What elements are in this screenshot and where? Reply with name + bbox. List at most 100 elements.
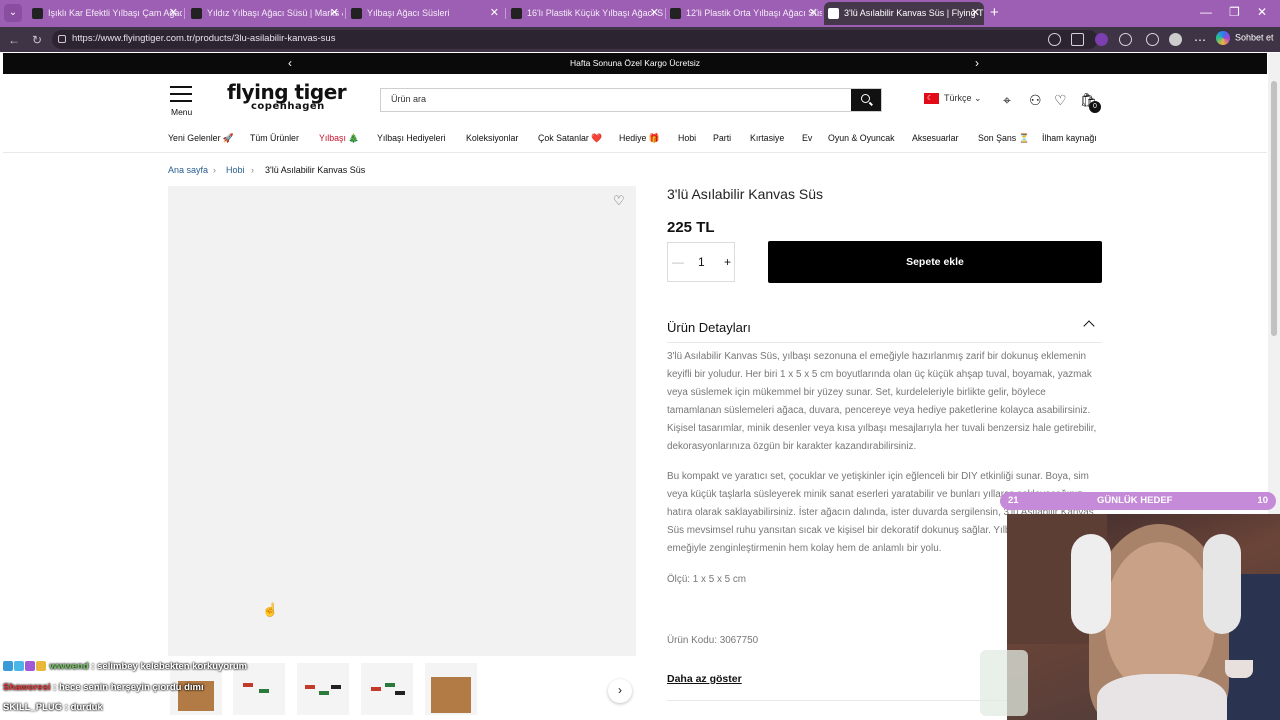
close-tab-icon[interactable]: ✕ xyxy=(490,2,499,25)
account-icon[interactable]: ⚇ xyxy=(1029,92,1042,109)
tab-title: Yıldız Yılbaşı Ağacı Süsü | Marks & xyxy=(207,8,343,18)
promo-text: Hafta Sonuna Özel Kargo Ücretsiz xyxy=(570,58,700,68)
profile-avatar[interactable] xyxy=(1169,33,1182,46)
quantity-increase-button[interactable]: + xyxy=(724,255,731,269)
copilot-label: Sohbet et xyxy=(1235,32,1274,43)
close-window-icon[interactable]: ✕ xyxy=(1257,5,1267,19)
add-to-cart-button[interactable]: Sepete ekle xyxy=(768,241,1102,283)
breadcrumb-home[interactable]: Ana sayfa xyxy=(168,165,208,175)
site-info-icon[interactable] xyxy=(58,35,66,43)
quantity-stepper: — 1 + xyxy=(667,242,735,282)
nav-item-toys[interactable]: Oyun & Oyuncak xyxy=(828,133,895,143)
menu-button[interactable] xyxy=(170,86,194,107)
nav-item-new[interactable]: Yeni Gelenler 🚀 xyxy=(168,133,234,144)
favicon-icon xyxy=(32,8,43,19)
browser-tab[interactable]: 16'lı Plastik Küçük Yılbaşı Ağacı Sü ✕ xyxy=(507,2,663,25)
store-locator-icon[interactable]: ⌖ xyxy=(1003,92,1011,109)
webcam-overlay xyxy=(1007,514,1280,720)
close-tab-icon[interactable]: ✕ xyxy=(809,2,818,25)
browser-tab-active[interactable]: 3'lü Asılabilir Kanvas Süs | Flying T ✕ xyxy=(824,2,984,25)
url-field[interactable]: https://www.flyingtiger.com.tr/products/… xyxy=(52,30,1098,49)
cup-image xyxy=(1225,660,1253,678)
search-box xyxy=(380,88,882,112)
nav-item-inspiration[interactable]: İlham kaynağı xyxy=(1042,133,1097,143)
browser-tab[interactable]: Yılbaşı Ağacı Süsleri ✕ xyxy=(347,2,503,25)
close-tab-icon[interactable]: ✕ xyxy=(971,2,980,25)
nav-item-stationery[interactable]: Kırtasiye xyxy=(750,133,784,143)
add-to-wishlist-icon[interactable]: ♡ xyxy=(613,193,625,209)
address-bar-row: ← ↻ https://www.flyingtiger.com.tr/produ… xyxy=(0,27,1280,52)
back-icon[interactable]: ← xyxy=(8,33,20,47)
favicon-icon xyxy=(191,8,202,19)
tab-title: 16'lı Plastik Küçük Yılbaşı Ağacı Sü xyxy=(527,8,663,18)
product-box-image xyxy=(431,677,471,713)
chat-text: : hece senin herşeyin çıordu dımı xyxy=(53,682,204,693)
collections-icon[interactable] xyxy=(1146,33,1159,46)
chat-text: : durduk xyxy=(64,702,103,713)
browser-tab[interactable]: Yıldız Yılbaşı Ağacı Süsü | Marks & ✕ xyxy=(187,2,343,25)
restore-icon[interactable]: ❐ xyxy=(1229,5,1240,19)
thumbnail[interactable] xyxy=(361,663,413,715)
nav-item-last-chance[interactable]: Son Şans ⏳ xyxy=(978,133,1030,144)
close-tab-icon[interactable]: ✕ xyxy=(650,2,659,25)
quantity-decrease-button[interactable]: — xyxy=(672,255,684,269)
breadcrumb-hobby[interactable]: Hobi xyxy=(226,165,245,175)
promo-next-icon[interactable]: › xyxy=(975,53,979,74)
turkey-flag-icon xyxy=(924,93,939,105)
language-selector[interactable]: Türkçe ⌄ xyxy=(924,93,982,105)
breadcrumb-separator-icon: › xyxy=(251,165,254,175)
new-tab-icon[interactable]: + xyxy=(990,4,999,21)
copilot-button[interactable]: Sohbet et xyxy=(1216,31,1274,45)
logo-text: flying tiger xyxy=(227,80,347,104)
section-divider xyxy=(667,342,1102,343)
site-logo[interactable]: flying tiger copenhagen xyxy=(227,80,347,112)
breadcrumb-separator-icon: › xyxy=(213,165,216,175)
tab-separator xyxy=(345,8,346,19)
more-options-icon[interactable]: ⋯ xyxy=(1194,33,1206,47)
search-input[interactable] xyxy=(391,94,841,104)
tab-actions-icon[interactable]: ⌄ xyxy=(4,4,22,22)
favorite-star-icon[interactable] xyxy=(1071,33,1084,46)
browser-tab[interactable]: 12'li Plastik Orta Yılbaşı Ağacı Süs ✕ xyxy=(666,2,822,25)
nav-item-christmas[interactable]: Yılbaşı 🎄 xyxy=(319,133,359,144)
nav-item-hobby[interactable]: Hobi xyxy=(678,133,696,143)
browser-tab[interactable]: Işıklı Kar Efektli Yılbaşı Çam Ağacı | ✕ xyxy=(28,2,182,25)
nav-item-bestsellers[interactable]: Çok Satanlar ❤️ xyxy=(538,133,602,144)
nav-item-all-products[interactable]: Tüm Ürünler xyxy=(250,133,299,143)
tab-separator xyxy=(505,8,506,19)
goal-current: 21 xyxy=(1008,495,1019,506)
nav-item-christmas-gifts[interactable]: Yılbaşı Hediyeleri xyxy=(377,133,445,143)
reader-icon[interactable] xyxy=(1048,33,1061,46)
refresh-icon[interactable]: ↻ xyxy=(32,33,42,47)
extensions-icon[interactable] xyxy=(1119,33,1132,46)
thumbnail-next-button[interactable]: › xyxy=(608,679,632,703)
details-section-title[interactable]: Ürün Detayları xyxy=(667,320,751,335)
quantity-value[interactable]: 1 xyxy=(698,255,705,269)
thumbnail[interactable] xyxy=(297,663,349,715)
mouse-cursor-icon: ☝ xyxy=(262,602,279,617)
nav-item-accessories[interactable]: Aksesuarlar xyxy=(912,133,958,143)
tab-title: Işıklı Kar Efektli Yılbaşı Çam Ağacı | xyxy=(48,8,182,18)
chat-message: wwwend : selimbey kelebekten korkuyorum xyxy=(3,661,247,672)
wishlist-icon[interactable]: ♡ xyxy=(1054,92,1067,109)
scroll-thumb[interactable] xyxy=(1271,81,1277,336)
nav-item-collections[interactable]: Koleksiyonlar xyxy=(466,133,518,143)
chat-text: : selimbey kelebekten korkuyorum xyxy=(91,661,248,672)
search-button[interactable] xyxy=(851,89,881,111)
close-tab-icon[interactable]: ✕ xyxy=(330,2,339,25)
chat-username: wwwend xyxy=(49,661,89,672)
show-less-link[interactable]: Daha az göster xyxy=(667,673,742,685)
nav-item-home[interactable]: Ev xyxy=(802,133,812,143)
nav-item-party[interactable]: Parti xyxy=(713,133,731,143)
product-image-gallery[interactable] xyxy=(168,186,636,656)
chat-username: Shaworesi xyxy=(3,682,51,693)
promo-prev-icon[interactable]: ‹ xyxy=(288,53,292,74)
minimize-icon[interactable]: — xyxy=(1200,5,1212,19)
nav-item-gift[interactable]: Hediye 🎁 xyxy=(619,133,660,144)
close-tab-icon[interactable]: ✕ xyxy=(169,2,178,25)
product-code: Ürün Kodu: 3067750 xyxy=(667,635,759,646)
thumbnail[interactable] xyxy=(425,663,477,715)
glass-image xyxy=(980,650,1028,716)
chevron-up-icon[interactable] xyxy=(1083,320,1095,332)
extension-icon[interactable] xyxy=(1095,33,1108,46)
